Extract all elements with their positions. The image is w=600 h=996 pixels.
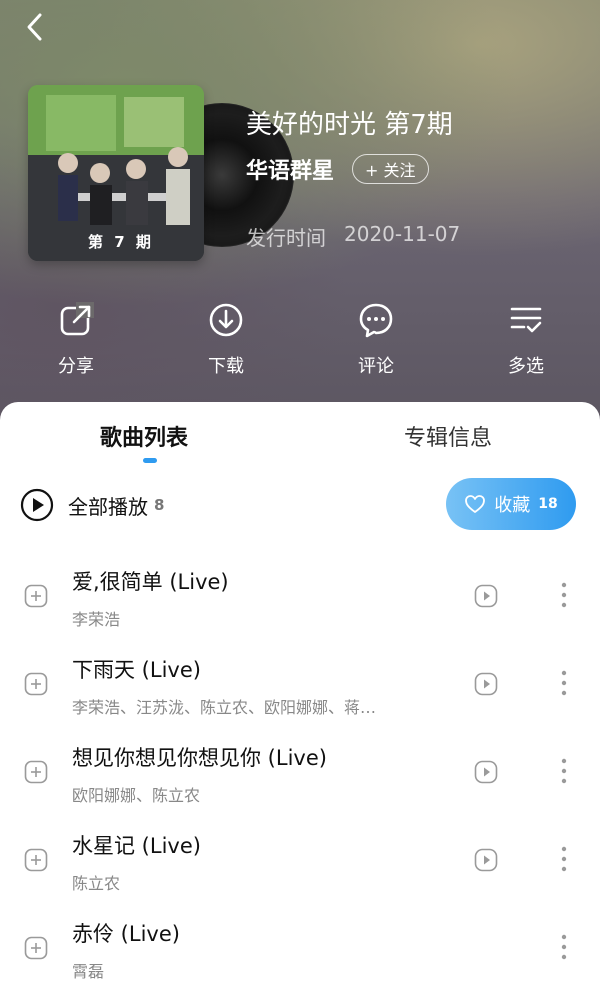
song-title: 下雨天 (Live) xyxy=(72,658,201,682)
share-button[interactable]: 分享 xyxy=(36,300,116,378)
more-options-icon[interactable] xyxy=(552,668,576,698)
more-options-icon[interactable] xyxy=(552,756,576,786)
song-list-panel: 歌曲列表 专辑信息 全部播放 8 收藏 18 爱,很简单 (Live) 李荣浩 xyxy=(0,402,600,991)
add-to-playlist-icon[interactable] xyxy=(24,584,48,608)
song-title: 水星记 (Live) xyxy=(72,834,201,858)
song-title: 爱,很简单 (Live) xyxy=(72,570,229,594)
add-to-playlist-icon[interactable] xyxy=(24,936,48,960)
song-row[interactable]: 想见你想见你想见你 (Live) 欧阳娜娜、陈立农 xyxy=(0,732,600,820)
play-video-icon[interactable] xyxy=(474,848,498,872)
tab-indicator xyxy=(143,458,157,463)
back-button[interactable] xyxy=(18,10,58,44)
share-icon xyxy=(60,302,94,336)
download-button[interactable]: 下载 xyxy=(186,300,266,378)
album-title: 美好的时光 第7期 xyxy=(246,110,453,140)
follow-label: + 关注 xyxy=(365,161,416,180)
song-row[interactable]: 下雨天 (Live) 李荣浩、汪苏泷、陈立农、欧阳娜娜、蒋… xyxy=(0,644,600,732)
more-options-icon[interactable] xyxy=(552,580,576,610)
multi-select-button[interactable]: 多选 xyxy=(486,300,566,378)
play-video-icon[interactable] xyxy=(474,584,498,608)
album-art: 第 7 期 xyxy=(28,85,294,261)
song-row[interactable]: 水星记 (Live) 陈立农 xyxy=(0,820,600,908)
favorite-button[interactable]: 收藏 18 xyxy=(446,478,576,530)
song-row[interactable]: 赤伶 (Live) 霄磊 xyxy=(0,908,600,996)
follow-button[interactable]: + 关注 xyxy=(352,154,429,184)
multi-select-icon xyxy=(510,307,542,333)
song-row[interactable]: 爱,很简单 (Live) 李荣浩 xyxy=(0,556,600,644)
comment-label: 评论 xyxy=(358,356,394,377)
tab-album-info[interactable]: 专辑信息 xyxy=(404,420,492,452)
song-artist: 李荣浩、汪苏泷、陈立农、欧阳娜娜、蒋… xyxy=(72,698,377,717)
favorite-count: 18 xyxy=(538,496,558,512)
download-label: 下载 xyxy=(208,356,244,377)
download-icon xyxy=(209,303,243,337)
play-all-button[interactable]: 全部播放 8 xyxy=(20,487,164,523)
add-to-playlist-icon[interactable] xyxy=(24,672,48,696)
artist-name[interactable]: 华语群星 xyxy=(246,153,334,185)
play-video-icon[interactable] xyxy=(474,760,498,784)
more-options-icon[interactable] xyxy=(552,932,576,962)
action-bar: 分享 下载 评论 多选 xyxy=(0,300,600,380)
release-date: 2020-11-07 xyxy=(344,222,461,246)
release-info: 发行时间 2020-11-07 xyxy=(246,222,460,251)
song-artist: 李荣浩 xyxy=(72,610,121,629)
play-all-label: 全部播放 xyxy=(68,494,148,519)
cover-issue-label: 第 7 期 xyxy=(88,233,154,251)
comment-button[interactable]: 评论 xyxy=(336,300,416,378)
add-to-playlist-icon[interactable] xyxy=(24,760,48,784)
album-header: 第 7 期 美好的时光 第7期 华语群星 + 关注 发行时间 2020-11-0… xyxy=(0,0,600,440)
play-video-icon[interactable] xyxy=(474,672,498,696)
song-artist: 霄磊 xyxy=(72,962,105,981)
multi-select-label: 多选 xyxy=(508,356,544,377)
song-title: 赤伶 (Live) xyxy=(72,922,180,946)
heart-icon xyxy=(465,495,486,513)
song-artist: 欧阳娜娜、陈立农 xyxy=(72,786,201,805)
comment-icon xyxy=(359,303,393,338)
play-circle-icon xyxy=(20,488,54,522)
album-cover[interactable]: 第 7 期 xyxy=(28,85,204,261)
favorite-label: 收藏 xyxy=(494,495,531,516)
artist-row: 华语群星 + 关注 xyxy=(246,152,429,186)
add-to-playlist-icon[interactable] xyxy=(24,848,48,872)
song-artist: 陈立农 xyxy=(72,874,121,893)
release-label: 发行时间 xyxy=(246,226,326,250)
song-title: 想见你想见你想见你 (Live) xyxy=(72,746,327,770)
tab-songs[interactable]: 歌曲列表 xyxy=(100,420,188,452)
chevron-left-icon xyxy=(27,13,42,41)
play-all-count: 8 xyxy=(154,496,165,514)
share-label: 分享 xyxy=(58,356,94,377)
more-options-icon[interactable] xyxy=(552,844,576,874)
